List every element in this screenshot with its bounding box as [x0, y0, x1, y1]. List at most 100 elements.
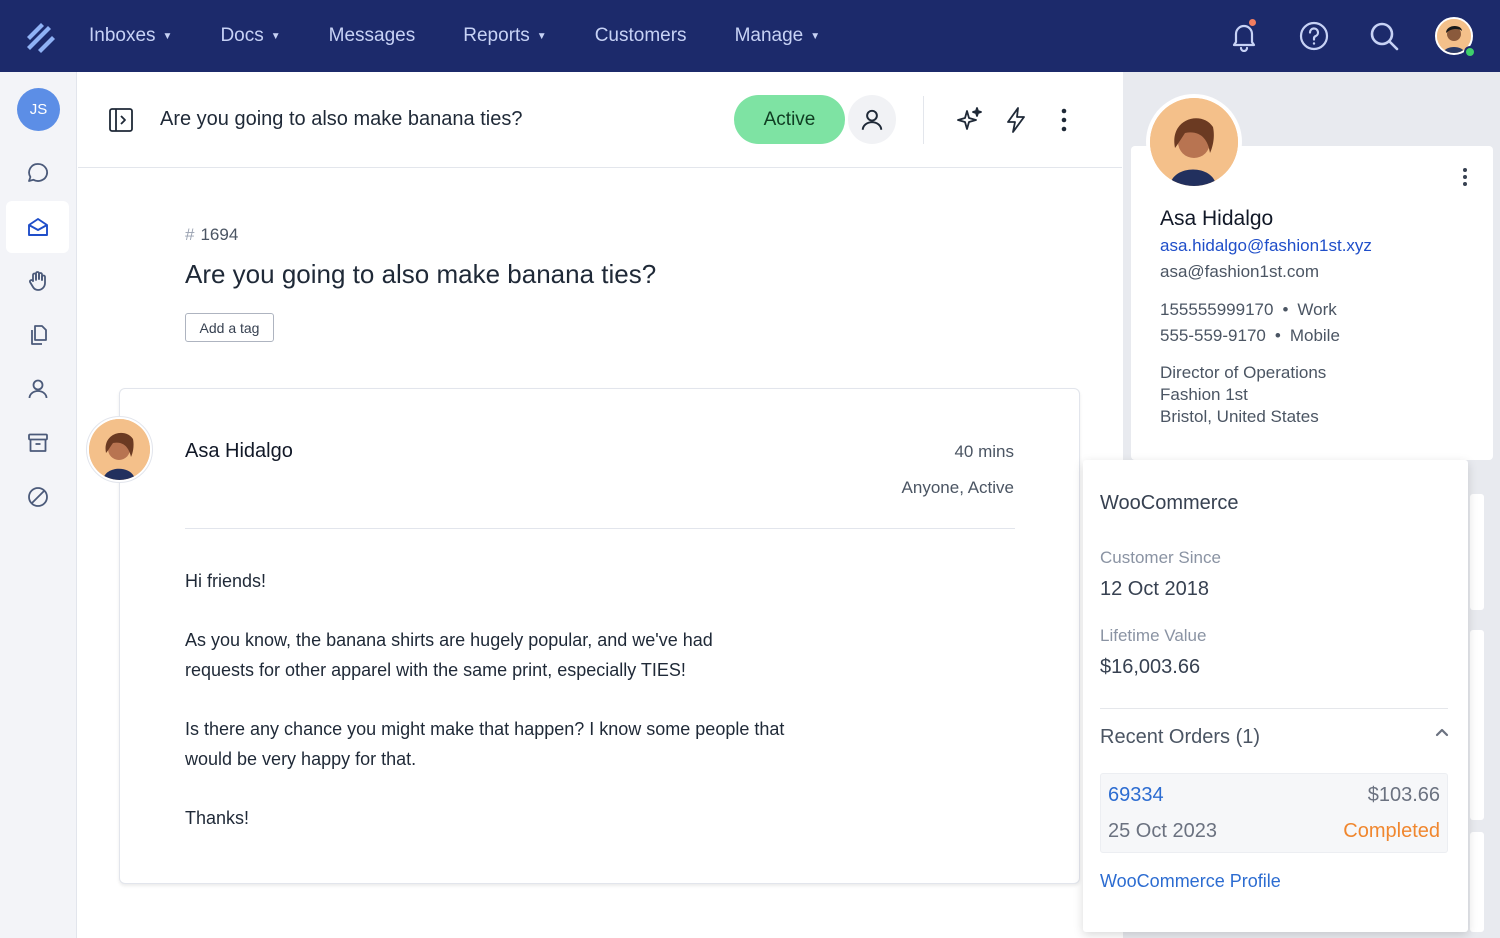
nav-customers-label: Customers: [594, 25, 687, 46]
order-id-link[interactable]: 69334: [1108, 784, 1164, 807]
customer-job-title: Director of Operations: [1160, 363, 1327, 382]
sidebar-item-inbox[interactable]: [6, 201, 69, 253]
sidebar-item-customers[interactable]: [6, 363, 69, 415]
sidebar-item-drafts[interactable]: [6, 309, 69, 361]
chevron-down-icon: ▼: [536, 30, 547, 42]
nav-messages[interactable]: Messages: [329, 25, 416, 47]
customer-since-label: Customer Since: [1100, 548, 1221, 567]
message-paragraph: Is there any chance you might make that …: [185, 719, 785, 769]
message-paragraph: Thanks!: [185, 808, 250, 828]
nav-messages-label: Messages: [328, 25, 416, 46]
header-divider: [923, 96, 924, 144]
inbox-icon: [27, 218, 48, 236]
message-author-name[interactable]: Asa Hidalgo: [185, 440, 293, 463]
conversation-header: Are you going to also make banana ties? …: [78, 72, 1122, 168]
online-status-dot: [1464, 46, 1476, 58]
chevron-down-icon: ▼: [162, 30, 173, 42]
sidebar-toggle-icon[interactable]: [108, 107, 134, 133]
message-timestamp: 40 mins: [954, 442, 1014, 461]
nav-manage[interactable]: Manage ▼: [735, 25, 821, 47]
background-card: [1470, 494, 1484, 610]
help-icon[interactable]: [1298, 20, 1330, 52]
add-tag-button[interactable]: Add a tag: [185, 313, 274, 342]
hash-symbol: #: [185, 225, 195, 244]
sparkle-icon: [957, 107, 982, 130]
conversation-number: #1694: [185, 225, 238, 245]
chevron-up-icon[interactable]: [1434, 725, 1450, 741]
message-body: Hi friends! As you know, the banana shir…: [185, 566, 885, 862]
phone-type: Work: [1297, 300, 1337, 319]
message-paragraph: As you know, the banana shirts are hugel…: [185, 630, 713, 680]
user-icon: [861, 109, 883, 130]
customer-since-value: 12 Oct 2018: [1100, 578, 1209, 600]
chat-icon: [27, 163, 48, 182]
woocommerce-title: WooCommerce: [1100, 492, 1239, 514]
customer-name[interactable]: Asa Hidalgo: [1160, 207, 1273, 231]
phone-number: 155555999170: [1160, 300, 1274, 319]
conversation-subject[interactable]: Are you going to also make banana ties?: [185, 259, 656, 290]
nav-inboxes[interactable]: Inboxes ▼: [89, 25, 172, 47]
message-visibility: Anyone, Active: [901, 478, 1014, 497]
sidebar-item-assigned[interactable]: [6, 255, 69, 307]
archive-icon: [27, 433, 48, 452]
notification-dot: [1249, 19, 1256, 26]
customer-location: Bristol, United States: [1160, 407, 1319, 426]
phone-type: Mobile: [1289, 326, 1340, 345]
lifetime-value-label: Lifetime Value: [1100, 626, 1207, 645]
nav-reports-label: Reports: [463, 25, 530, 46]
more-vertical-icon[interactable]: [1454, 166, 1476, 188]
nav-customers[interactable]: Customers: [595, 25, 687, 47]
helpscout-logo-icon[interactable]: [24, 20, 58, 54]
spam-icon: [27, 487, 48, 507]
more-vertical-icon: [1061, 108, 1067, 132]
chevron-down-icon: ▼: [810, 30, 821, 42]
nav-docs[interactable]: Docs ▼: [220, 25, 280, 47]
conversation-title: Are you going to also make banana ties?: [160, 108, 523, 130]
nav-inboxes-label: Inboxes: [89, 25, 156, 46]
order-date: 25 Oct 2023: [1108, 820, 1217, 842]
chevron-down-icon: ▼: [270, 30, 281, 42]
docs-icon: [30, 325, 47, 345]
lightning-icon: [1007, 107, 1025, 133]
customer-avatar: [1146, 94, 1242, 190]
woocommerce-profile-link[interactable]: WooCommerce Profile: [1100, 871, 1281, 892]
more-options-button[interactable]: [1049, 105, 1079, 135]
workflow-button[interactable]: [1001, 105, 1031, 135]
status-active-button[interactable]: Active: [734, 95, 845, 144]
customer-portrait-icon: [1150, 98, 1238, 186]
message-author-avatar: [86, 416, 153, 483]
customer-email-primary[interactable]: asa.hidalgo@fashion1st.xyz: [1160, 236, 1372, 256]
customer-email-secondary[interactable]: asa@fashion1st.com: [1160, 262, 1319, 282]
lifetime-value-value: $16,003.66: [1100, 656, 1201, 678]
left-sidebar: JS: [0, 72, 77, 938]
ai-assist-button[interactable]: [954, 105, 984, 135]
customer-phone-work[interactable]: 155555999170 • Work: [1160, 300, 1337, 320]
top-navigation-bar: Inboxes ▼ Docs ▼ Messages Reports ▼ Cust…: [0, 0, 1500, 72]
message-paragraph: Hi friends!: [185, 571, 267, 591]
current-user-initials[interactable]: JS: [17, 88, 60, 131]
customer-phone-mobile[interactable]: 555-559-9170 • Mobile: [1160, 326, 1340, 346]
background-card: [1470, 630, 1484, 820]
bullet-separator: •: [1274, 326, 1281, 345]
message-divider: [185, 528, 1015, 529]
order-status: Completed: [1343, 820, 1440, 842]
assign-user-button[interactable]: [848, 95, 896, 144]
phone-number: 555-559-9170: [1160, 326, 1266, 345]
customer-portrait-icon: [89, 419, 150, 480]
woocommerce-divider: [1100, 708, 1448, 709]
search-icon[interactable]: [1368, 20, 1400, 52]
sidebar-item-archive[interactable]: [6, 417, 69, 469]
sidebar-item-spam[interactable]: [6, 471, 69, 523]
background-card: [1470, 832, 1484, 932]
nav-docs-label: Docs: [220, 25, 264, 46]
nav-manage-label: Manage: [734, 25, 804, 46]
main-nav-items: Inboxes ▼ Docs ▼ Messages Reports ▼ Cust…: [89, 0, 868, 72]
nav-reports[interactable]: Reports ▼: [463, 25, 546, 47]
bell-icon[interactable]: [1228, 20, 1260, 52]
woocommerce-card: [1083, 460, 1468, 932]
sidebar-item-conversations[interactable]: [6, 147, 69, 199]
customer-company: Fashion 1st: [1160, 385, 1248, 404]
conversation-number-value: 1694: [200, 225, 239, 244]
recent-orders-toggle[interactable]: Recent Orders (1): [1100, 726, 1260, 749]
customer-icon: [28, 379, 47, 399]
